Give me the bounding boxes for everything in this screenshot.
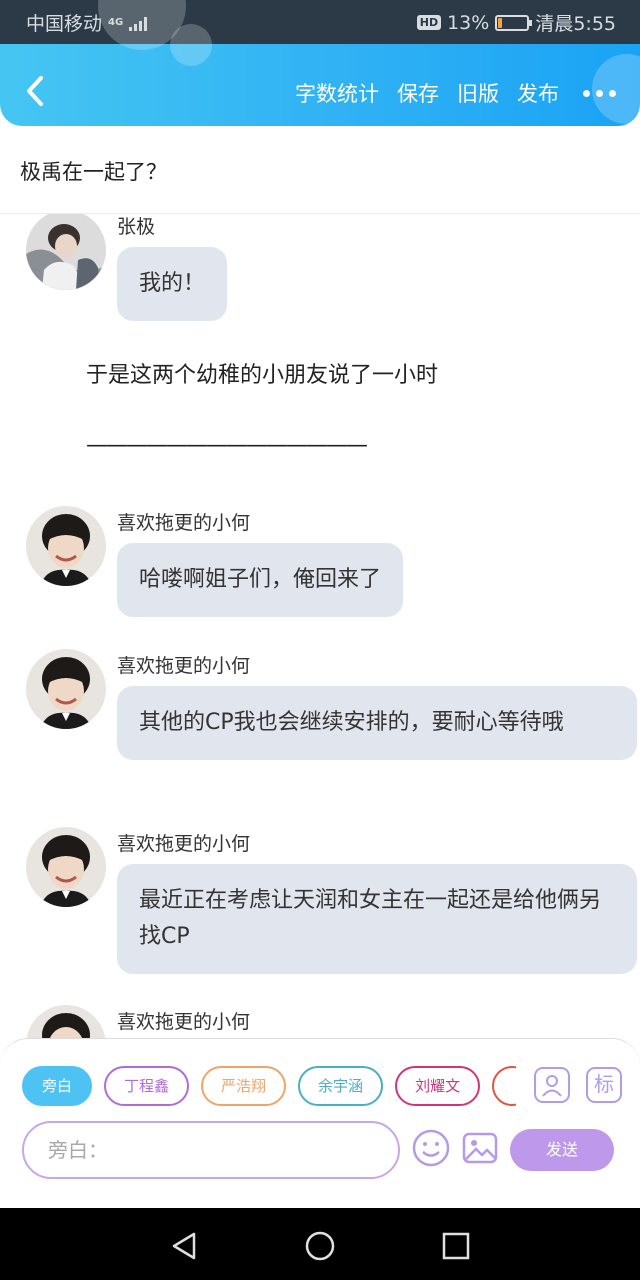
home-circle-icon[interactable]	[302, 1228, 338, 1264]
chat-content[interactable]: 张极 我的！ 于是这两个幼稚的小朋友说了一小时 —————————————— 喜…	[0, 214, 640, 1038]
character-chips: 旁白 丁程鑫 严浩翔 余宇涵 刘耀文	[22, 1066, 516, 1108]
composer-panel: 旁白丁程鑫严浩翔余宇涵刘耀文 标 发送	[0, 1038, 640, 1179]
header-bar: 中国移动 4G HD 13% 清晨5:55 字数统计 保存 旧版 发布	[0, 0, 640, 126]
message-bubble[interactable]: 其他的CP我也会继续安排的，要耐心等待哦	[117, 686, 637, 760]
character-chip[interactable]: 丁程鑫	[104, 1066, 190, 1106]
sender-name: 喜欢拖更的小何	[117, 512, 251, 534]
status-right: HD 13% 清晨5:55	[416, 9, 616, 36]
avatar[interactable]	[26, 1005, 106, 1038]
sender-name: 喜欢拖更的小何	[117, 655, 251, 677]
decorative-bubble	[170, 24, 212, 66]
message-bubble[interactable]: 最近正在考虑让天润和女主在一起还是给他俩另找CP	[117, 864, 637, 974]
character-chip[interactable]: 余宇涵	[298, 1066, 384, 1106]
narration-divider[interactable]: ——————————————	[86, 433, 368, 458]
narration-text[interactable]: 于是这两个幼稚的小朋友说了一小时	[86, 357, 438, 389]
back-chevron-icon[interactable]	[22, 74, 48, 108]
sender-name: 喜欢拖更的小何	[117, 1011, 251, 1033]
word-count-button[interactable]: 字数统计	[295, 78, 379, 108]
message-bubble[interactable]: 我的！	[117, 247, 228, 321]
tag-icon[interactable]: 标	[586, 1067, 622, 1103]
header-actions: 字数统计 保存 旧版 发布	[295, 78, 616, 108]
character-chip[interactable]: 严浩翔	[201, 1066, 287, 1106]
image-icon[interactable]	[460, 1128, 500, 1168]
avatar[interactable]	[26, 214, 106, 290]
system-nav-bar	[0, 1208, 640, 1280]
save-button[interactable]: 保存	[397, 78, 439, 108]
avatar[interactable]	[26, 506, 106, 586]
more-dots-icon[interactable]	[583, 84, 616, 103]
story-title: 极禹在一起了？	[20, 160, 167, 184]
old-version-button[interactable]: 旧版	[457, 78, 499, 108]
character-chip[interactable]: 旁白	[22, 1066, 93, 1106]
carrier-label: 中国移动	[26, 13, 103, 35]
title-row[interactable]: 极禹在一起了？	[0, 126, 640, 214]
clock: 清晨5:55	[535, 13, 616, 35]
character-chip-partial[interactable]	[492, 1066, 516, 1106]
send-button[interactable]: 发送	[510, 1129, 614, 1171]
publish-button[interactable]: 发布	[517, 78, 559, 108]
sender-name: 张极	[117, 216, 156, 238]
avatar[interactable]	[26, 827, 106, 907]
network-label: 4G	[108, 17, 124, 28]
back-triangle-icon[interactable]	[166, 1228, 202, 1264]
hd-badge: HD	[416, 15, 442, 30]
emoji-icon[interactable]	[411, 1128, 451, 1168]
character-chip[interactable]: 刘耀文	[395, 1066, 481, 1106]
recent-square-icon[interactable]	[438, 1228, 474, 1264]
status-left: 中国移动 4G	[26, 9, 148, 36]
message-input[interactable]	[24, 1123, 398, 1177]
sender-name: 喜欢拖更的小何	[117, 833, 251, 855]
character-icon[interactable]	[534, 1067, 570, 1103]
message-input-wrap	[22, 1121, 400, 1179]
battery-icon	[495, 14, 533, 31]
battery-fill	[498, 17, 503, 28]
message-bubble[interactable]: 哈喽啊姐子们，俺回来了	[117, 543, 404, 617]
signal-icon	[129, 15, 148, 31]
avatar[interactable]	[26, 649, 106, 729]
battery-percent: 13%	[447, 11, 490, 34]
